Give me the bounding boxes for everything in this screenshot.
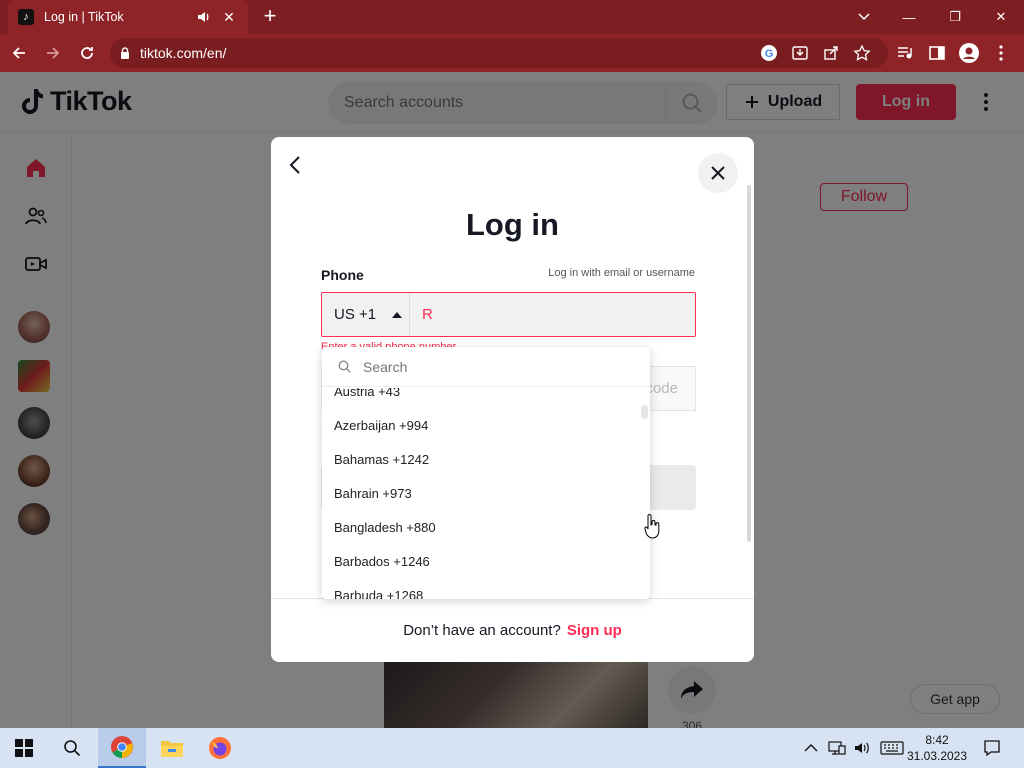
signup-link[interactable]: Sign up [567,622,622,639]
clock-date: 31.03.2023 [906,749,968,763]
network-icon[interactable] [828,740,846,756]
country-list-scrollbar[interactable] [641,405,648,419]
windows-taskbar: 8:42 31.03.2023 [0,728,1024,768]
reload-icon[interactable] [72,38,102,68]
footer-text: Don’t have an account? [403,622,561,639]
side-panel-icon[interactable] [924,38,950,68]
tab-title: Log in | TikTok [44,10,124,24]
country-search-input[interactable] [363,358,623,375]
lock-icon[interactable] [118,46,132,60]
phone-field: US +1 [321,292,696,337]
caret-up-icon [392,311,403,318]
country-code-value: US +1 [334,306,377,323]
share-page-icon[interactable] [821,43,841,63]
country-option[interactable]: Bahrain +973 [334,476,634,510]
phone-number-input[interactable] [410,293,695,336]
phone-label: Phone [321,267,364,283]
country-option[interactable]: Austria +43 [334,388,634,408]
install-app-icon[interactable] [790,43,810,63]
tab-search-chevron-icon[interactable] [850,0,878,34]
new-tab-icon[interactable]: + [258,5,282,29]
profile-avatar-icon[interactable] [956,38,982,68]
country-option[interactable]: Bahamas +1242 [334,442,634,476]
speaker-icon[interactable] [196,9,212,25]
taskbar-clock[interactable]: 8:42 31.03.2023 [904,732,970,764]
browser-toolbar: tiktok.com/en/ G [0,34,1024,72]
chrome-taskbar-icon[interactable] [98,728,146,768]
country-option[interactable]: Barbados +1246 [334,544,634,578]
window-close-icon[interactable]: ✕ [978,0,1024,34]
notifications-icon[interactable] [968,728,1016,768]
keyboard-icon[interactable] [880,740,904,756]
modal-title: Log in [466,207,559,242]
login-with-email-link[interactable]: Log in with email or username [548,267,695,279]
browser-tab-strip: ♪ Log in | TikTok ✕ + — ❐ ✕ [0,0,1024,34]
system-tray [804,728,904,768]
minimize-icon[interactable]: — [886,0,932,34]
restore-icon[interactable]: ❐ [932,0,978,34]
close-icon [711,166,725,180]
back-arrow-icon[interactable] [4,38,34,68]
country-search [322,347,650,387]
clock-time: 8:42 [925,733,949,747]
taskbar-search-icon[interactable] [48,728,96,768]
browser-menu-icon[interactable] [988,38,1014,68]
search-icon [338,360,351,373]
windows-start-icon[interactable] [0,728,48,768]
country-option[interactable]: Barbuda +1268 [334,578,634,600]
file-explorer-icon[interactable] [148,728,196,768]
url-text: tiktok.com/en/ [140,45,227,61]
country-dropdown: Austria +43 Azerbaijan +994 Bahamas +124… [322,347,650,599]
country-option[interactable]: Bangladesh +880 [334,510,634,544]
country-list: Austria +43 Azerbaijan +994 Bahamas +124… [322,388,650,599]
svg-text:G: G [765,48,774,60]
forward-arrow-icon[interactable] [38,38,68,68]
media-control-icon[interactable] [892,38,918,68]
country-code-select[interactable]: US +1 [322,293,410,336]
firefox-icon[interactable] [196,728,244,768]
volume-icon[interactable] [854,740,872,756]
bookmark-star-icon[interactable] [852,43,872,63]
modal-footer: Don’t have an account? Sign up [271,598,754,662]
hand-cursor-icon [644,514,660,539]
back-chevron-icon[interactable] [283,151,307,179]
modal-close-button[interactable] [698,153,738,193]
tray-chevron-up-icon[interactable] [804,743,818,753]
country-option[interactable]: Azerbaijan +994 [334,408,634,442]
tab-close-icon[interactable]: ✕ [220,9,238,26]
tiktok-favicon-icon: ♪ [18,9,34,25]
browser-tab[interactable]: ♪ Log in | TikTok ✕ [8,0,248,34]
google-icon[interactable]: G [759,43,779,63]
address-bar[interactable]: tiktok.com/en/ G [110,38,888,68]
